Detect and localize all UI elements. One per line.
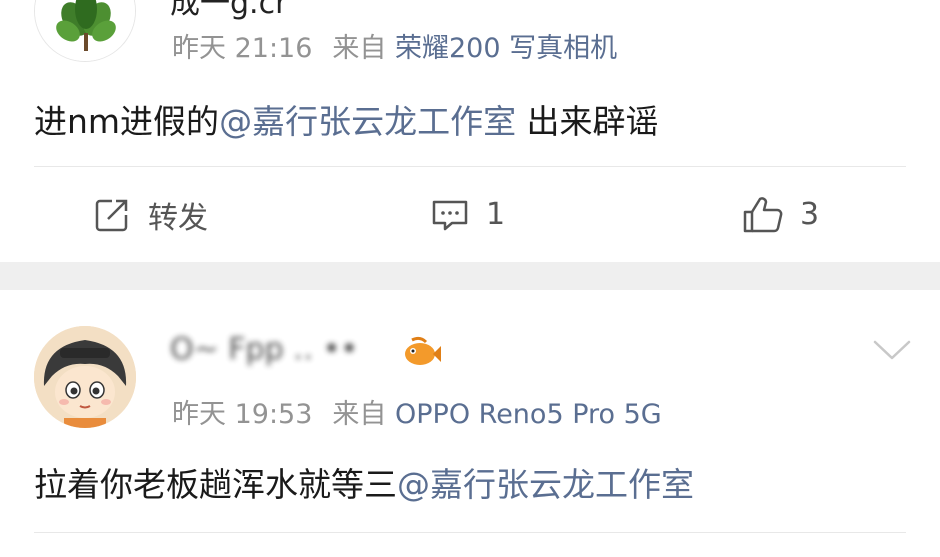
username[interactable]: 成一g.cr (170, 0, 287, 22)
like-icon (743, 196, 783, 232)
mention-link[interactable]: @嘉行张云龙工作室 (219, 102, 516, 141)
content-text: 进nm进假的 (34, 102, 220, 141)
avatar[interactable] (34, 0, 136, 62)
username[interactable]: O~ Fpp ‥ •• (170, 332, 358, 367)
source-prefix: 来自 (332, 33, 387, 64)
post-card: 成一g.cr 昨天 21:16 来自 荣耀200 写真相机 进nm进假的@嘉行张云… (0, 0, 940, 262)
chevron-down-icon[interactable] (872, 338, 912, 366)
device-name[interactable]: 荣耀200 写真相机 (395, 33, 617, 64)
repost-icon (95, 199, 128, 231)
plant-avatar-icon (35, 0, 135, 61)
fish-emoji-icon (400, 336, 442, 374)
post-content: 进nm进假的@嘉行张云龙工作室 出来辟谣 (34, 95, 659, 143)
post-content: 拉着你老板趟浑水就等三@嘉行张云龙工作室 (34, 458, 694, 506)
section-separator (0, 262, 940, 290)
like-count: 3 (800, 197, 820, 232)
post-meta: 昨天 19:53 来自 OPPO Reno5 Pro 5G (172, 392, 662, 431)
comment-icon (432, 200, 468, 230)
comment-button[interactable]: 1 (430, 167, 505, 262)
device-name[interactable]: OPPO Reno5 Pro 5G (395, 399, 662, 430)
comment-count: 1 (486, 197, 506, 232)
divider (34, 532, 906, 533)
content-text-tail: 出来辟谣 (516, 102, 659, 141)
repost-button[interactable]: 转发 (92, 167, 208, 262)
content-text: 拉着你老板趟浑水就等三 (34, 465, 397, 504)
action-bar: 转发 1 3 (0, 167, 940, 262)
post-meta: 昨天 21:16 来自 荣耀200 写真相机 (172, 26, 617, 65)
repost-label: 转发 (148, 200, 208, 236)
post-time: 昨天 19:53 (172, 399, 313, 430)
cartoon-avatar-icon (34, 326, 136, 428)
post-time: 昨天 21:16 (172, 33, 313, 64)
avatar[interactable] (34, 326, 136, 428)
like-button[interactable]: 3 (742, 167, 819, 262)
post-card: O~ Fpp ‥ •• 昨天 19:53 来自 OPPO Reno5 Pro 5G… (0, 290, 940, 557)
mention-link[interactable]: @嘉行张云龙工作室 (397, 465, 694, 504)
source-prefix: 来自 (332, 399, 387, 430)
